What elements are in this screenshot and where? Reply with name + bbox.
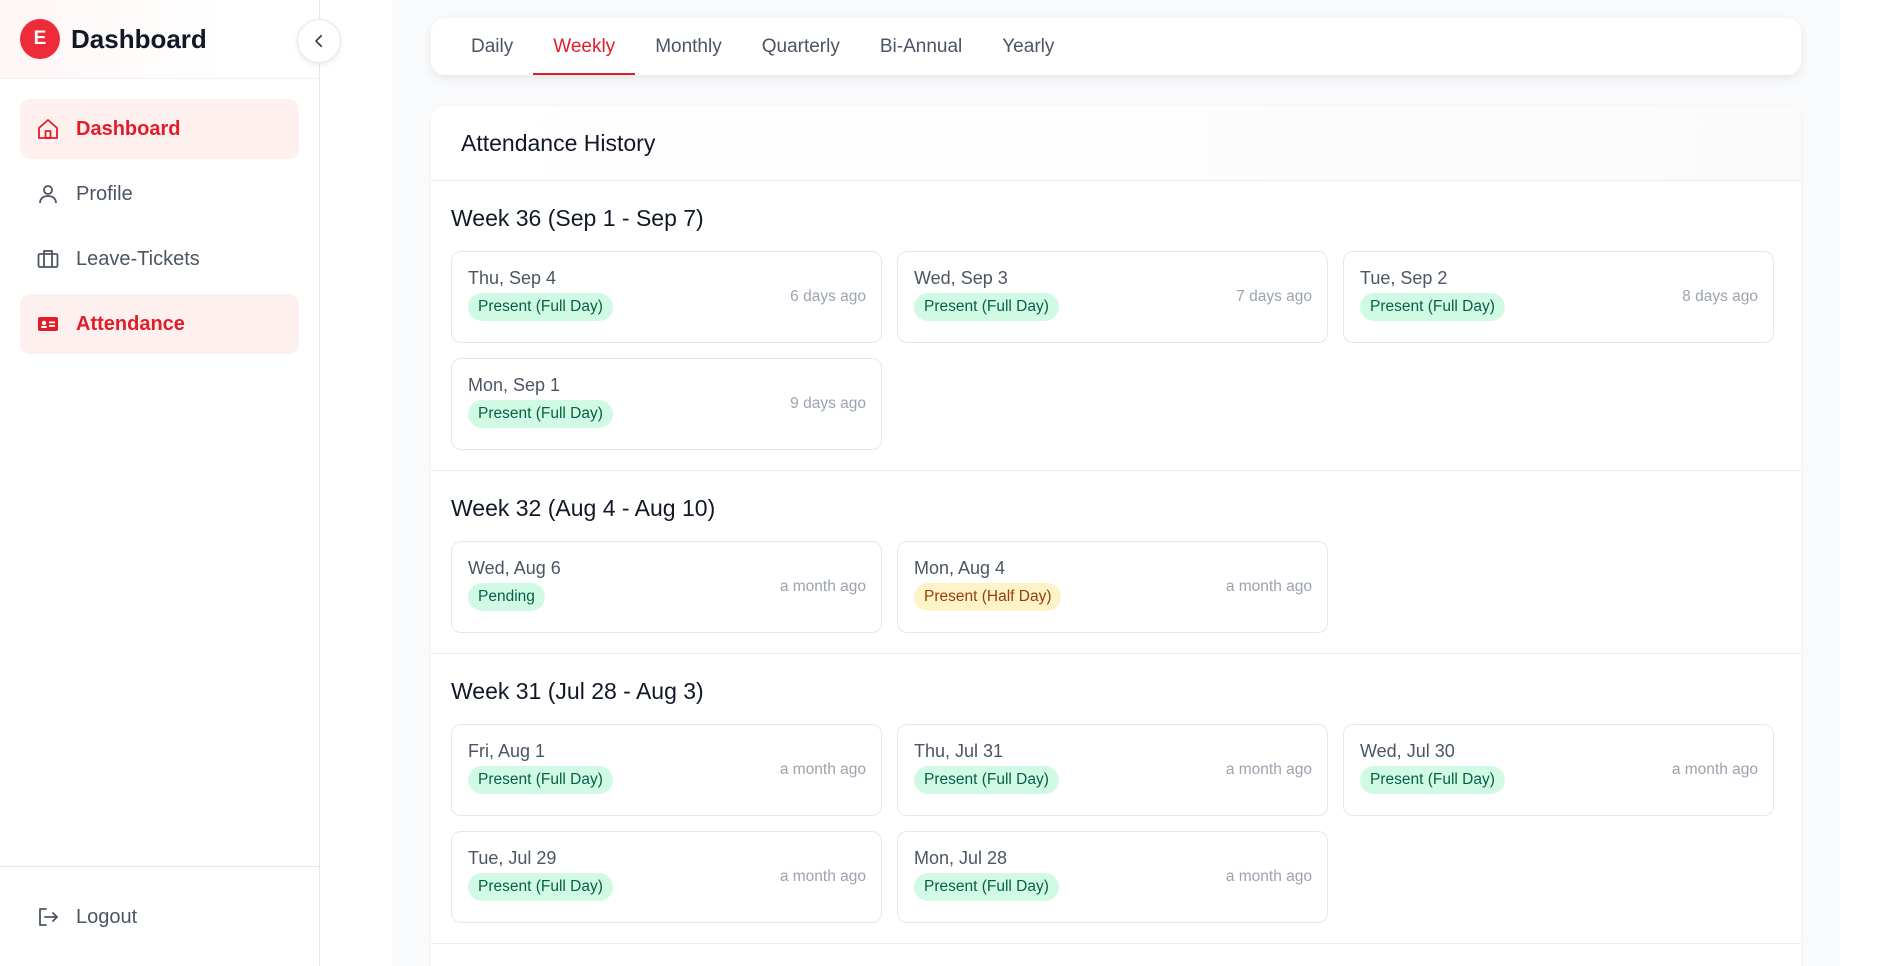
chevron-left-icon (315, 34, 323, 48)
brand-title: Dashboard (71, 23, 207, 54)
day-date: Tue, Sep 2 (1360, 268, 1448, 288)
relative-time: 8 days ago (1682, 288, 1758, 305)
status-badge: Present (Full Day) (468, 766, 613, 794)
day-card[interactable]: Mon, Aug 4 Present (Half Day) a month ag… (897, 541, 1328, 633)
day-date: Mon, Sep 1 (468, 375, 561, 395)
relative-time: 6 days ago (790, 288, 866, 305)
day-card[interactable]: Mon, Jul 28 Present (Full Day) a month a… (897, 831, 1328, 923)
day-date: Wed, Sep 3 (914, 268, 1008, 288)
status-badge: Present (Full Day) (914, 873, 1059, 901)
collapse-sidebar-button[interactable] (297, 19, 341, 63)
relative-time: a month ago (1671, 761, 1758, 778)
logo: E (20, 19, 60, 59)
logout-button[interactable]: Logout (20, 887, 300, 947)
sidebar-item-label: Attendance (76, 312, 185, 335)
tab-monthly[interactable]: Monthly (635, 18, 742, 75)
day-date: Wed, Aug 6 (468, 558, 561, 578)
sidebar-header: E Dashboard (0, 0, 341, 79)
attendance-history-header: Attendance History (431, 106, 1801, 181)
day-grid: Fri, Aug 1 Present (Full Day) a month ag… (451, 724, 1781, 923)
sidebar-item-leave-tickets[interactable]: Leave-Tickets (20, 229, 299, 289)
day-date: Mon, Jul 28 (914, 848, 1008, 868)
tab-weekly[interactable]: Weekly (533, 18, 636, 75)
day-card[interactable]: Tue, Jul 29 Present (Full Day) a month a… (451, 831, 882, 923)
day-grid: Thu, Sep 4 Present (Full Day) 6 days ago… (451, 251, 1781, 450)
day-card[interactable]: Tue, Sep 2 Present (Full Day) 8 days ago (1343, 251, 1774, 343)
relative-time: a month ago (779, 761, 866, 778)
relative-time: a month ago (1225, 761, 1312, 778)
week-title: Week 31 (Jul 28 - Aug 3) (451, 678, 704, 704)
relative-time: a month ago (1225, 578, 1312, 595)
attendance-history-card: Attendance History Week 36 (Sep 1 - Sep … (431, 106, 1801, 966)
tab-bi-annual[interactable]: Bi-Annual (860, 18, 982, 75)
day-date: Wed, Jul 30 (1360, 741, 1455, 761)
relative-time: a month ago (779, 578, 866, 595)
sidebar-item-label: Profile (76, 182, 133, 205)
briefcase-icon (36, 247, 60, 271)
day-card[interactable]: Wed, Aug 6 Pending a month ago (451, 541, 882, 633)
right-margin (1840, 0, 1900, 966)
attendance-history-title: Attendance History (461, 129, 656, 156)
logout-icon (36, 905, 60, 929)
week-title: Week 32 (Aug 4 - Aug 10) (451, 495, 716, 521)
sidebar-item-attendance[interactable]: Attendance (20, 294, 299, 354)
sidebar-nav: Dashboard Profile Leave-Tickets Attendan… (0, 79, 319, 354)
day-card[interactable]: Thu, Sep 4 Present (Full Day) 6 days ago (451, 251, 882, 343)
main-content: Daily Weekly Monthly Quarterly Bi-Annual… (392, 0, 1840, 966)
status-badge: Present (Full Day) (468, 873, 613, 901)
day-card[interactable]: Wed, Sep 3 Present (Full Day) 7 days ago (897, 251, 1328, 343)
tab-daily[interactable]: Daily (451, 18, 533, 75)
day-date: Mon, Aug 4 (914, 558, 1006, 578)
status-badge: Present (Full Day) (1360, 293, 1505, 321)
sidebar-item-profile[interactable]: Profile (20, 164, 299, 224)
user-icon (36, 182, 60, 206)
sidebar-item-label: Leave-Tickets (76, 247, 200, 270)
relative-time: a month ago (1225, 868, 1312, 885)
tab-quarterly[interactable]: Quarterly (742, 18, 860, 75)
day-date: Thu, Jul 31 (914, 741, 1004, 761)
week-group: Week 36 (Sep 1 - Sep 7) Thu, Sep 4 Prese… (431, 181, 1801, 471)
status-badge: Present (Full Day) (468, 400, 613, 428)
tab-yearly[interactable]: Yearly (982, 18, 1074, 75)
relative-time: 7 days ago (1236, 288, 1312, 305)
sidebar-item-label: Dashboard (76, 117, 181, 140)
day-card[interactable]: Wed, Jul 30 Present (Full Day) a month a… (1343, 724, 1774, 816)
sidebar: E Dashboard Dashboard Profile Leave-Tick… (0, 0, 341, 966)
day-card[interactable]: Fri, Aug 1 Present (Full Day) a month ag… (451, 724, 882, 816)
day-grid: Wed, Aug 6 Pending a month ago Mon, Aug … (451, 541, 1781, 633)
sidebar-footer: Logout (0, 866, 320, 966)
sidebar-item-dashboard[interactable]: Dashboard (20, 99, 299, 159)
day-date: Tue, Jul 29 (468, 848, 557, 868)
status-badge: Present (Full Day) (914, 766, 1059, 794)
week-title: Week 36 (Sep 1 - Sep 7) (451, 205, 704, 231)
logout-label: Logout (76, 905, 138, 928)
relative-time: 9 days ago (790, 395, 866, 412)
day-card[interactable]: Mon, Sep 1 Present (Full Day) 9 days ago (451, 358, 882, 450)
status-badge: Present (Half Day) (914, 583, 1062, 611)
week-group: Week 31 (Jul 28 - Aug 3) Fri, Aug 1 Pres… (431, 654, 1801, 944)
relative-time: a month ago (779, 868, 866, 885)
status-badge: Pending (468, 583, 545, 611)
status-badge: Present (Full Day) (914, 293, 1059, 321)
id-card-icon (36, 312, 60, 336)
week-group: Week 32 (Aug 4 - Aug 10) Wed, Aug 6 Pend… (431, 471, 1801, 654)
day-date: Thu, Sep 4 (468, 268, 557, 288)
status-badge: Present (Full Day) (1360, 766, 1505, 794)
period-tabs: Daily Weekly Monthly Quarterly Bi-Annual… (431, 18, 1801, 75)
status-badge: Present (Full Day) (468, 293, 613, 321)
day-card[interactable]: Thu, Jul 31 Present (Full Day) a month a… (897, 724, 1328, 816)
home-icon (36, 117, 60, 141)
day-date: Fri, Aug 1 (468, 741, 546, 761)
